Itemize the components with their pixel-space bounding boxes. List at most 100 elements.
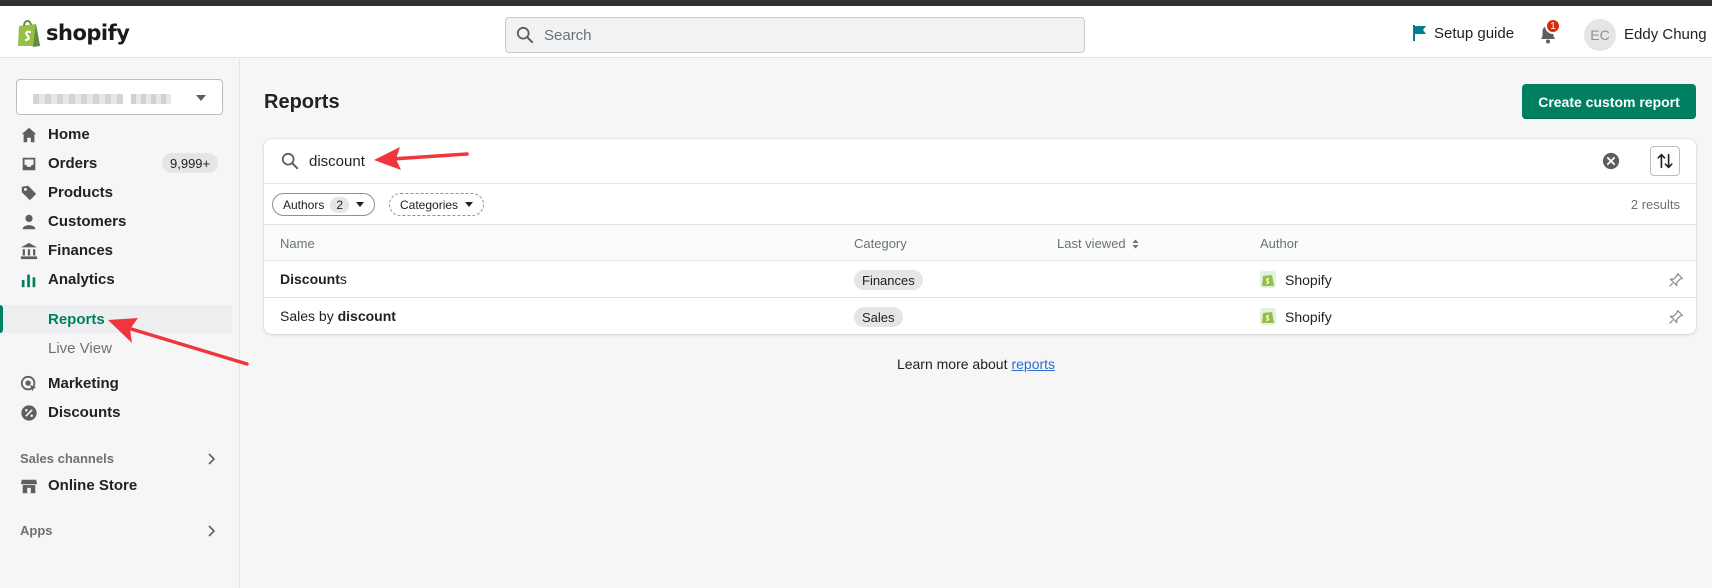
sidebar-item-label: Products <box>48 183 114 201</box>
sidebar-subitem-label: Reports <box>48 311 105 328</box>
sales-channels-label: Sales channels <box>20 451 114 466</box>
report-search-input[interactable]: discount <box>309 153 365 170</box>
sidebar-item-orders[interactable]: Orders 9,999+ <box>0 149 232 177</box>
sort-arrows-icon <box>1657 153 1673 169</box>
shopify-logo[interactable]: shopify <box>16 18 130 48</box>
redacted-store-name <box>33 94 123 104</box>
author-cell: Shopify <box>1260 308 1332 325</box>
sidebar-item-discounts[interactable]: Discounts <box>0 398 232 426</box>
home-icon <box>21 127 37 143</box>
sidebar-subitem-reports[interactable]: Reports <box>0 305 232 333</box>
orders-count-badge: 9,999+ <box>162 153 219 173</box>
setup-guide-label: Setup guide <box>1434 24 1515 42</box>
tag-icon <box>21 185 37 201</box>
category-badge: Sales <box>854 307 903 327</box>
notification-badge: 1 <box>1545 18 1561 34</box>
shopify-bag-icon <box>1260 308 1276 325</box>
sidebar-item-online-store[interactable]: Online Store <box>0 471 232 499</box>
caret-down-icon <box>356 202 365 207</box>
global-search-input[interactable]: Search <box>505 17 1085 53</box>
create-custom-report-button[interactable]: Create custom report <box>1522 84 1696 119</box>
authors-chip-label: Authors <box>283 197 325 212</box>
table-row[interactable]: Sales by discount Sales Shopify <box>264 298 1696 335</box>
orders-icon <box>22 157 36 171</box>
store-icon <box>20 479 38 494</box>
authors-count-badge: 2 <box>330 196 350 213</box>
person-icon <box>22 214 36 230</box>
chevron-right-icon <box>208 453 216 465</box>
setup-guide-button[interactable]: Setup guide <box>1412 24 1514 42</box>
category-badge: Finances <box>854 270 923 290</box>
sidebar-item-home[interactable]: Home <box>0 120 232 148</box>
sales-channels-header[interactable]: Sales channels <box>20 451 220 466</box>
learn-more-footer: Learn more about reports <box>0 356 1712 372</box>
sidebar-item-products[interactable]: Products <box>0 178 232 206</box>
learn-more-text: Learn more about <box>896 356 1008 372</box>
results-count: 2 results <box>1630 197 1680 212</box>
report-name[interactable]: Sales by discount <box>280 308 396 324</box>
shopify-bag-icon <box>18 20 40 47</box>
author-name: Shopify <box>1285 271 1332 288</box>
name-prefix: Sales by <box>280 308 338 324</box>
active-indicator <box>0 305 3 333</box>
authors-filter-chip[interactable]: Authors 2 <box>272 193 376 216</box>
column-header-category[interactable]: Category <box>854 236 907 251</box>
target-icon <box>20 375 37 392</box>
pin-icon[interactable] <box>1668 309 1684 325</box>
sidebar-item-label: Analytics <box>48 270 115 288</box>
column-header-author[interactable]: Author <box>1260 236 1298 251</box>
caret-down-icon <box>465 202 474 207</box>
discount-icon <box>21 405 37 421</box>
sidebar-item-label: Discounts <box>48 403 121 421</box>
bar-chart-icon <box>21 274 36 288</box>
column-header-last-viewed[interactable]: Last viewed <box>1057 236 1139 251</box>
table-header: Name Category Last viewed Author <box>264 225 1696 261</box>
sidebar-item-label: Customers <box>48 212 127 230</box>
name-match: Discount <box>280 271 340 287</box>
sidebar-item-marketing[interactable]: Marketing <box>0 369 232 397</box>
column-header-name[interactable]: Name <box>280 236 315 251</box>
sort-toggle-icon <box>1132 239 1139 249</box>
author-cell: Shopify <box>1260 271 1332 288</box>
author-name: Shopify <box>1285 308 1332 325</box>
caret-down-icon <box>196 95 206 101</box>
sort-button[interactable] <box>1650 146 1680 176</box>
report-name[interactable]: Discounts <box>280 271 347 287</box>
reports-card: discount Authors 2 Categories 2 results … <box>264 139 1696 334</box>
reports-help-link[interactable]: reports <box>1011 356 1055 372</box>
name-match: discount <box>337 308 396 324</box>
sidebar-item-analytics[interactable]: Analytics <box>0 265 232 293</box>
sidebar-subitem-label: Live View <box>48 340 112 357</box>
filter-chips-row: Authors 2 Categories 2 results <box>264 184 1696 225</box>
sidebar-item-label: Home <box>48 125 90 143</box>
filter-row: discount <box>264 139 1696 184</box>
flag-icon <box>1413 25 1426 41</box>
sidebar-item-label: Finances <box>48 241 114 259</box>
shopify-bag-icon <box>1260 271 1276 288</box>
page-title: Reports <box>264 91 340 113</box>
bank-icon <box>20 242 38 260</box>
sidebar-item-label: Orders <box>48 154 98 172</box>
apps-label: Apps <box>20 523 53 538</box>
redacted-store-name-2 <box>131 94 171 104</box>
avatar[interactable]: EC <box>1584 19 1616 51</box>
sidebar-item-finances[interactable]: Finances <box>0 236 232 264</box>
top-bar: shopify Search Setup guide 1 EC Eddy Chu… <box>0 6 1712 58</box>
sidebar-item-customers[interactable]: Customers <box>0 207 232 235</box>
brand-name: shopify <box>46 21 130 45</box>
clear-icon[interactable] <box>1602 152 1620 170</box>
sidebar: Home Orders 9,999+ Products Customers Fi… <box>0 59 240 588</box>
apps-header[interactable]: Apps <box>20 523 220 538</box>
table-row[interactable]: Discounts Finances Shopify <box>264 261 1696 298</box>
sidebar-item-label: Marketing <box>48 374 119 392</box>
user-name[interactable]: Eddy Chung <box>1624 26 1707 43</box>
pin-icon[interactable] <box>1668 272 1684 288</box>
store-selector[interactable] <box>16 79 223 115</box>
last-viewed-label: Last viewed <box>1057 236 1126 251</box>
name-rest: s <box>339 271 347 287</box>
categories-filter-chip[interactable]: Categories <box>389 193 485 216</box>
chevron-right-icon <box>208 525 216 537</box>
search-icon <box>516 26 534 44</box>
categories-chip-label: Categories <box>400 197 459 212</box>
search-icon <box>281 152 299 170</box>
